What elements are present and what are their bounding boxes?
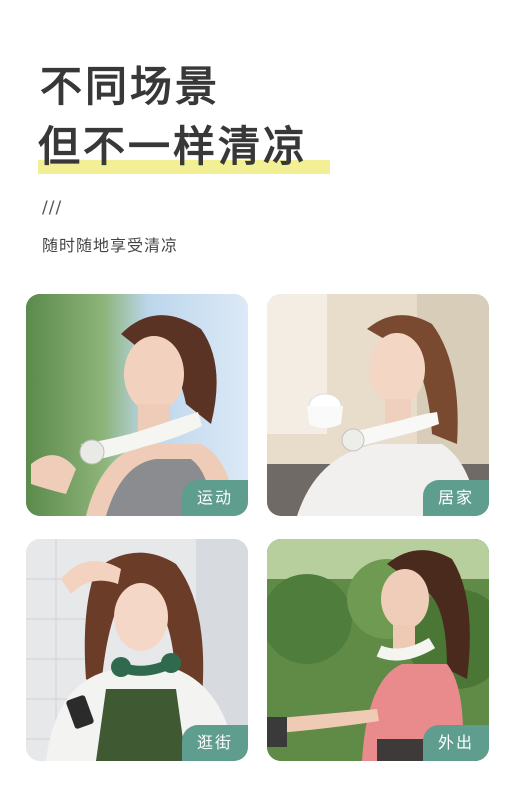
title-line-2: 但不一样清凉 (38, 122, 309, 171)
scene-card-sport: 运动 (26, 294, 248, 516)
scene-card-shopping: 逛街 (26, 539, 248, 761)
scene-card-outing: 外出 (267, 539, 489, 761)
scene-label-home: 居家 (423, 480, 489, 516)
scene-card-home: 居家 (267, 294, 489, 516)
subtitle: 随时随地享受清凉 (42, 236, 179, 255)
scene-label-outing: 外出 (423, 725, 489, 761)
title-line-1: 不同场景 (40, 62, 221, 111)
title-line-2-wrap: 但不一样清凉 (38, 120, 330, 180)
scene-label-sport: 运动 (182, 480, 248, 516)
divider-slashes: /// (42, 198, 63, 218)
scene-label-shopping: 逛街 (182, 725, 248, 761)
